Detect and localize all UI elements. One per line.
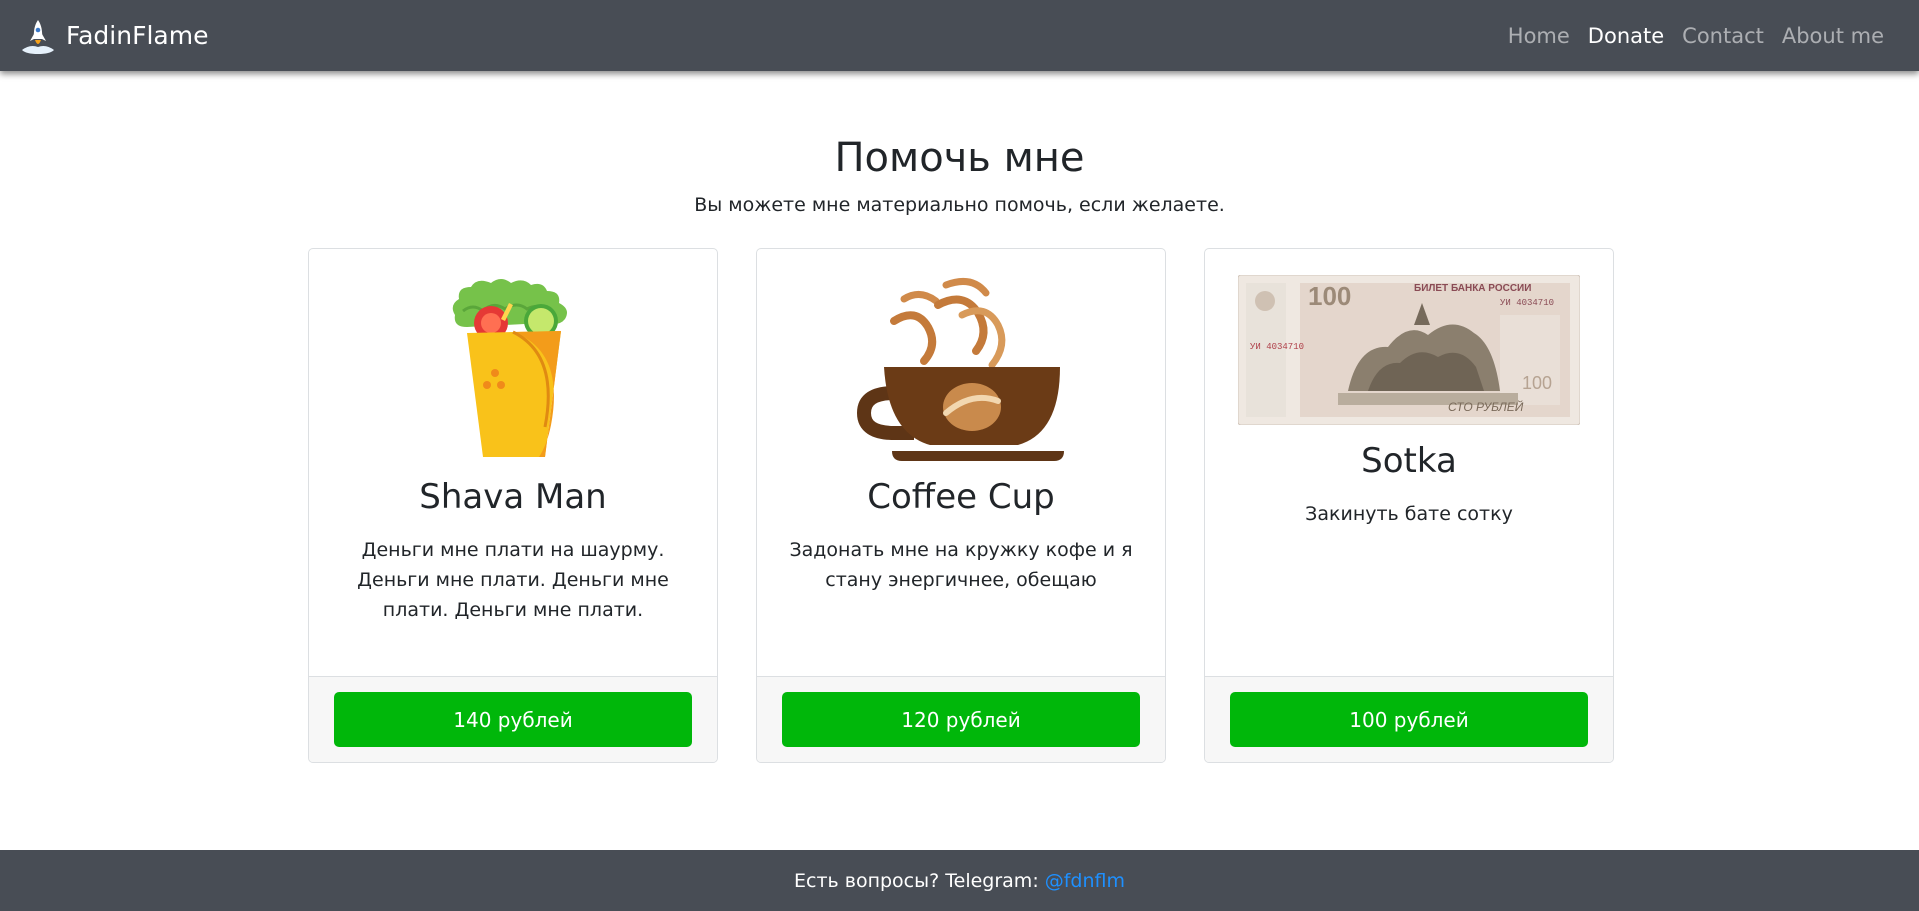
card-text: Задонать мне на кружку кофе и я стану эн… [789,539,1133,591]
card-body: 100 БИЛЕТ БАНКА РОССИИ УИ 4034710 УИ 403… [1205,249,1613,676]
footer-text: Есть вопросы? Telegram: [794,869,1039,892]
card-footer: 120 рублей [757,676,1165,762]
banknote-denomination: 100 [1308,281,1351,311]
pay-120-button[interactable]: 120 рублей [782,692,1140,747]
card-body: Shava Man Деньги мне плати на шаурму. Де… [309,249,717,676]
banknote-heading: БИЛЕТ БАНКА РОССИИ [1414,283,1531,294]
donation-cards: Shava Man Деньги мне плати на шаурму. Де… [308,248,1614,763]
page-footer: Есть вопросы? Telegram: @fdnflm [0,850,1919,911]
rocket-logo-icon [22,19,54,54]
brand-name: FadinFlame [66,21,209,50]
banknote-image: 100 БИЛЕТ БАНКА РОССИИ УИ 4034710 УИ 403… [1238,275,1580,425]
pay-140-button[interactable]: 140 рублей [334,692,692,747]
main-nav: Home Donate Contact About me [1499,24,1893,48]
brand[interactable]: FadinFlame [20,17,208,55]
nav-about[interactable]: About me [1773,24,1893,48]
banknote-caption: СТО РУБЛЕЙ [1448,398,1524,414]
card-text: Закинуть бате сотку [1305,503,1513,525]
nav-home[interactable]: Home [1499,24,1579,48]
card-title: Sotka [1361,441,1457,481]
page-subtitle: Вы можете мне материально помочь, если ж… [694,194,1225,216]
card-footer: 140 рублей [309,676,717,762]
card-title: Shava Man [419,477,607,517]
card-text: Деньги мне плати на шаурму. Деньги мне п… [357,539,669,621]
telegram-link[interactable]: @fdnflm [1045,870,1125,892]
coffee-cup-icon [856,277,1064,461]
donation-card-coffee: Coffee Cup Задонать мне на кружку кофе и… [756,248,1166,763]
banknote-serial-top: УИ 4034710 [1500,298,1554,308]
card-body: Coffee Cup Задонать мне на кружку кофе и… [757,249,1165,676]
nav-contact[interactable]: Contact [1673,24,1773,48]
nav-donate[interactable]: Donate [1579,24,1673,48]
page-title: Помочь мне [834,135,1085,181]
top-navbar: FadinFlame Home Donate Contact About me [0,0,1919,71]
banknote-denomination-small: 100 [1522,373,1552,393]
donation-card-sotka: 100 БИЛЕТ БАНКА РОССИИ УИ 4034710 УИ 403… [1204,248,1614,763]
pay-100-button[interactable]: 100 рублей [1230,692,1588,747]
card-title: Coffee Cup [867,477,1055,517]
donation-card-shava: Shava Man Деньги мне плати на шаурму. Де… [308,248,718,763]
banknote-serial-left: УИ 4034710 [1250,342,1304,352]
card-footer: 100 рублей [1205,676,1613,762]
shawarma-icon [452,279,567,457]
